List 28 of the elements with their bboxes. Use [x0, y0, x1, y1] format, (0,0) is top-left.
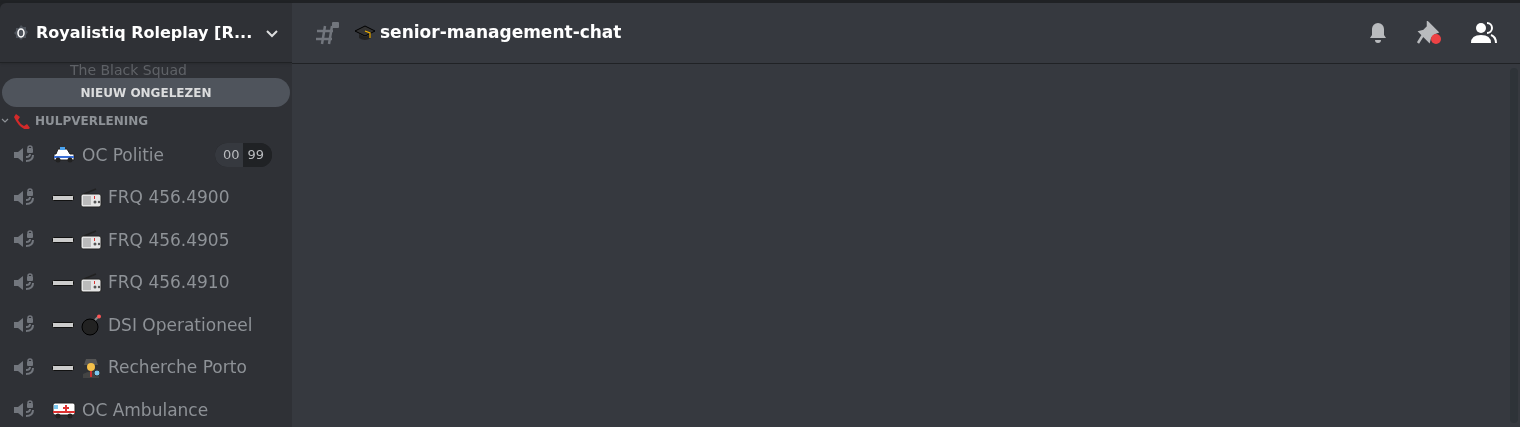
- radio-icon: [80, 230, 102, 251]
- locked-speaker-icon: [12, 357, 36, 378]
- voice-channel-item[interactable]: OC Politie 00 99: [0, 134, 292, 177]
- ambulance-icon: [52, 401, 76, 420]
- locked-speaker-icon: [12, 272, 36, 293]
- chevron-icon: [1, 117, 9, 125]
- members-icon[interactable]: [1470, 21, 1498, 45]
- locked-hashtag-icon: [314, 20, 340, 46]
- radio-icon: [80, 272, 102, 293]
- voice-channel-item[interactable]: FRQ 456.4900: [0, 176, 292, 219]
- locked-speaker-icon: [12, 187, 36, 208]
- voice-channel-item[interactable]: DSI Operationeel: [0, 304, 292, 347]
- user-count: 00: [214, 143, 244, 168]
- radio-icon: [80, 187, 102, 208]
- server-badge-icon: [12, 23, 30, 42]
- voice-channel-item[interactable]: FRQ 456.4910: [0, 261, 292, 304]
- pin-icon[interactable]: [1416, 21, 1444, 45]
- telephone-icon: [13, 113, 31, 129]
- graduation-cap-icon: [354, 24, 376, 42]
- voice-channel-item[interactable]: Recherche Porto: [0, 346, 292, 389]
- channel-title: senior-management-chat: [380, 21, 622, 45]
- voice-channel-item[interactable]: FRQ 456.4905: [0, 219, 292, 262]
- category-header[interactable]: HULPVERLENING: [0, 112, 292, 130]
- detective-icon: [80, 356, 102, 379]
- car-icon: [52, 147, 76, 164]
- new-unread-bar[interactable]: NIEUW ONGELEZEN: [2, 78, 290, 107]
- bomb-icon: [80, 314, 102, 337]
- voice-channel-item[interactable]: OC Ambulance: [0, 389, 292, 427]
